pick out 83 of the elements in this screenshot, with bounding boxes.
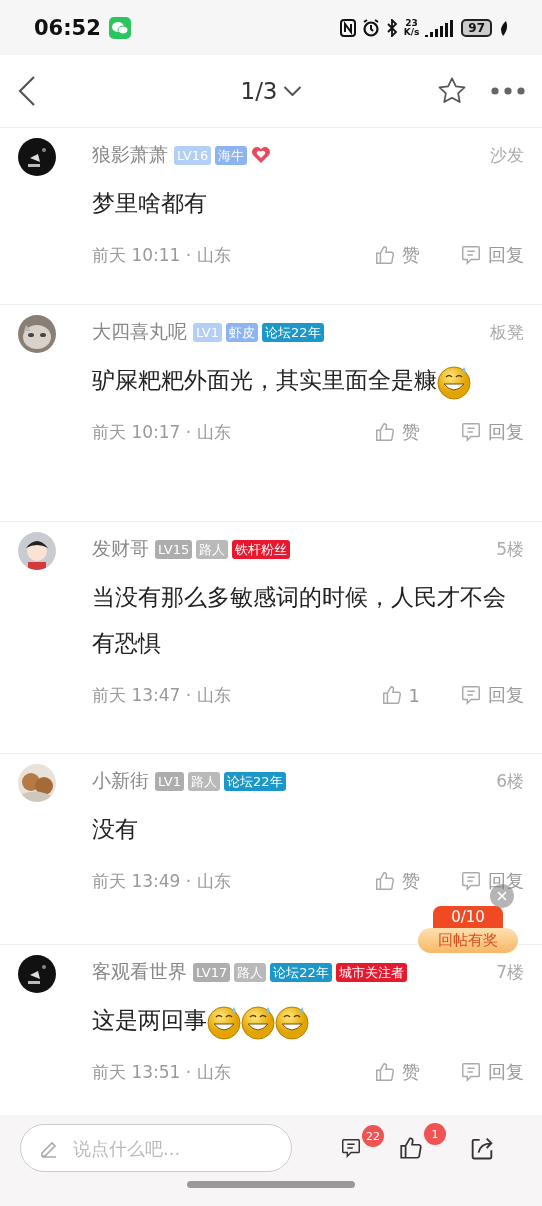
like-button[interactable]: 赞: [374, 420, 420, 444]
user-tag: LV17: [193, 962, 231, 982]
floor-number: 沙发: [490, 143, 524, 167]
comment-icon: [460, 1061, 482, 1083]
thumbs-up-icon: [374, 1061, 396, 1083]
username[interactable]: 大四喜丸呢: [92, 319, 187, 345]
like-button[interactable]: 1: [380, 684, 420, 706]
comments-button[interactable]: [340, 1137, 362, 1159]
floor-number: 6楼: [496, 769, 524, 793]
like-button[interactable]: 赞: [374, 1060, 420, 1084]
comment-meta: 前天 13:49 · 山东: [92, 869, 231, 893]
grin-sweat-emoji-icon: [275, 1003, 309, 1040]
user-tag: 铁杆粉丝: [232, 539, 291, 559]
user-tag: 路人: [234, 962, 267, 982]
comment-meta: 前天 10:11 · 山东: [92, 243, 231, 267]
status-time: 06:52: [34, 15, 101, 40]
bluetooth-icon: [385, 18, 398, 37]
comment-icon: [460, 870, 482, 892]
floor-number: 7楼: [496, 960, 524, 984]
comment-input[interactable]: 说点什么吧...: [71, 1136, 261, 1160]
like-button[interactable]: 赞: [374, 869, 420, 893]
user-tag: LV15: [155, 539, 193, 559]
like-button[interactable]: 赞: [374, 243, 420, 267]
more-button[interactable]: [490, 86, 526, 96]
username[interactable]: 发财哥: [92, 536, 149, 562]
username[interactable]: 小新街: [92, 768, 149, 794]
grin-sweat-emoji-icon: [437, 363, 471, 400]
floor-number: 5楼: [496, 537, 524, 561]
user-tag: 路人: [188, 771, 220, 791]
leaf-icon: [498, 19, 508, 36]
signal-icon: [425, 18, 456, 37]
page-selector[interactable]: 1/3: [240, 78, 302, 104]
comment-text: 没有: [92, 816, 138, 842]
comment-text: 当没有那么多敏感词的时候，人民才不会有恐惧: [92, 584, 506, 656]
reply-button[interactable]: 回复: [460, 243, 524, 267]
username[interactable]: 狼影萧萧: [92, 142, 168, 168]
reply-button[interactable]: 回复: [460, 420, 524, 444]
username[interactable]: 客观看世界: [92, 959, 187, 985]
user-tag: LV16: [174, 145, 212, 165]
like-count: 1: [424, 1123, 446, 1145]
user-tag: 论坛22年: [224, 771, 286, 791]
comment-icon: [460, 684, 482, 706]
network-speed: 23 K/s: [403, 18, 420, 37]
back-button[interactable]: [16, 74, 38, 108]
thumbs-up-icon: [380, 684, 403, 706]
reply-button[interactable]: 回复: [460, 869, 524, 893]
user-tag: LV1: [193, 322, 222, 342]
chevron-down-icon: [283, 86, 302, 96]
reply-button[interactable]: 回复: [460, 1060, 524, 1084]
thumbs-up-icon: [374, 421, 396, 443]
comment-text: 梦里啥都有: [92, 190, 207, 216]
comment-meta: 前天 13:47 · 山东: [92, 683, 231, 707]
close-icon: [497, 891, 507, 901]
reply-button[interactable]: 回复: [460, 683, 524, 707]
reward-counter: 0/10: [433, 906, 503, 928]
floor-number: 板凳: [490, 320, 524, 344]
nfc-icon: [339, 18, 356, 37]
chat-app-icon: [108, 16, 131, 39]
user-tag: 论坛22年: [262, 322, 324, 342]
thumbs-up-icon: [374, 244, 396, 266]
user-tag: 论坛22年: [270, 962, 332, 982]
comment-icon: [460, 244, 482, 266]
thumbs-up-icon: [398, 1135, 424, 1161]
comment-meta: 前天 13:51 · 山东: [92, 1060, 231, 1084]
battery-level: 97: [461, 18, 492, 37]
user-tag: 虾皮: [226, 322, 258, 342]
user-tag: 海牛: [215, 145, 248, 165]
comment-field[interactable]: 说点什么吧...: [20, 1124, 292, 1172]
user-tag: 路人: [196, 539, 229, 559]
comment-icon: [460, 421, 482, 443]
alarm-icon: [361, 18, 380, 37]
comment-text: 这是两回事: [92, 1007, 207, 1033]
comment-icon: [340, 1137, 362, 1159]
thumbs-up-icon: [374, 870, 396, 892]
comment-text: 驴屎粑粑外面光，其实里面全是糠: [92, 367, 437, 393]
comment-count: 22: [362, 1125, 384, 1147]
like-post-button[interactable]: [398, 1135, 424, 1161]
user-tag: LV1: [155, 771, 184, 791]
grin-sweat-emoji-icon: [241, 1003, 275, 1040]
grin-sweat-emoji-icon: [207, 1003, 241, 1040]
user-tag: 城市关注者: [335, 962, 407, 982]
comment-meta: 前天 10:17 · 山东: [92, 420, 231, 444]
reward-button[interactable]: 回帖有奖: [418, 928, 518, 953]
